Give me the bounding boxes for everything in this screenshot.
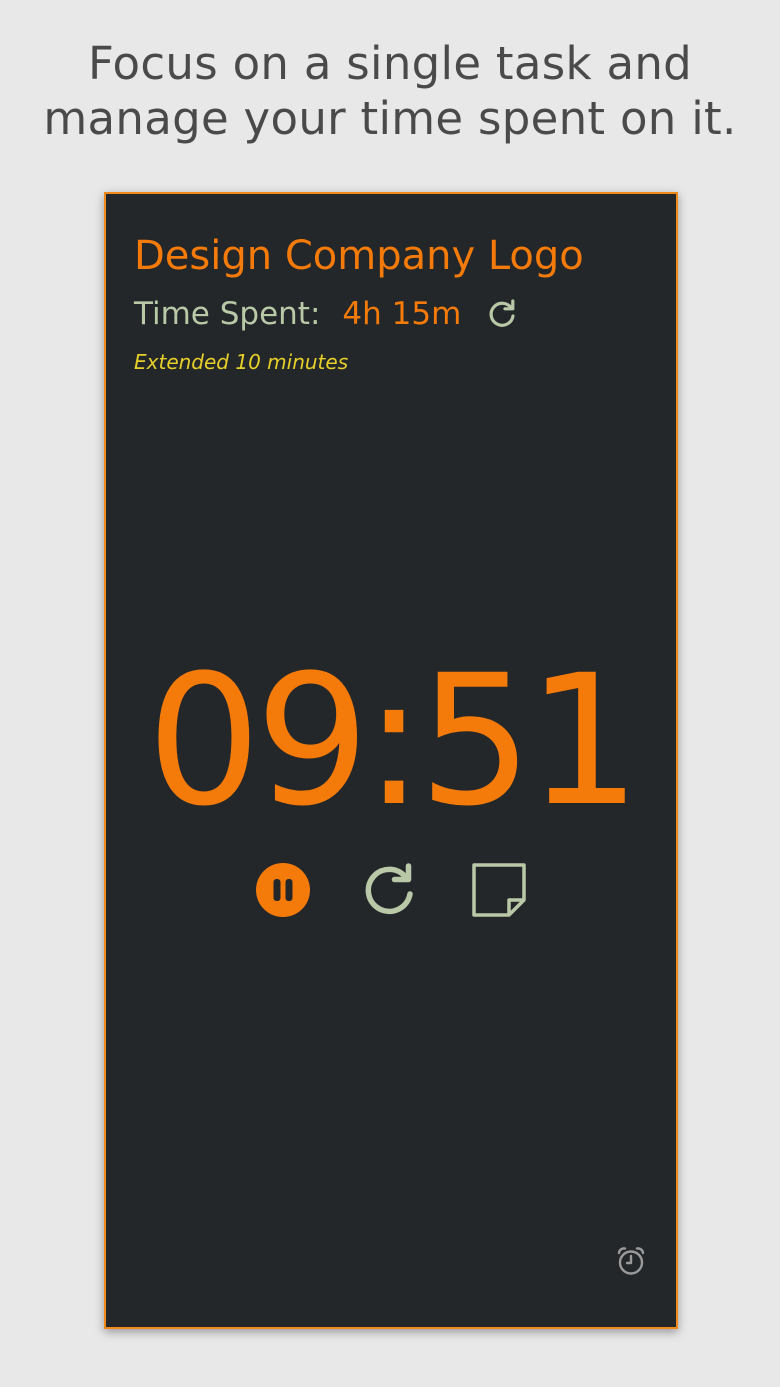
time-spent-row: Time Spent: 4h 15m xyxy=(134,292,519,336)
time-spent-value: 4h 15m xyxy=(342,296,462,332)
notes-button[interactable] xyxy=(469,860,529,920)
task-title[interactable]: Design Company Logo xyxy=(134,232,584,280)
promo-line-2: manage your time spent on it. xyxy=(43,92,737,145)
extended-note: Extended 10 minutes xyxy=(134,350,349,374)
pause-button[interactable] xyxy=(253,860,313,920)
refresh-icon xyxy=(489,299,515,327)
restart-button[interactable] xyxy=(361,860,421,920)
countdown-timer: 09:51 xyxy=(146,637,642,846)
promo-headline: Focus on a single task and manage your t… xyxy=(0,36,780,146)
pause-icon xyxy=(256,863,310,917)
reset-time-spent-button[interactable] xyxy=(485,297,519,331)
time-spent-label: Time Spent: xyxy=(134,296,321,332)
note-icon xyxy=(472,863,526,917)
timer-controls xyxy=(106,860,676,920)
promo-line-1: Focus on a single task and xyxy=(87,37,693,90)
restart-icon xyxy=(365,863,413,915)
app-screen: Design Company Logo Time Spent: 4h 15m E… xyxy=(104,192,678,1329)
alarm-clock-icon xyxy=(617,1247,645,1275)
alarm-button[interactable] xyxy=(614,1244,648,1278)
